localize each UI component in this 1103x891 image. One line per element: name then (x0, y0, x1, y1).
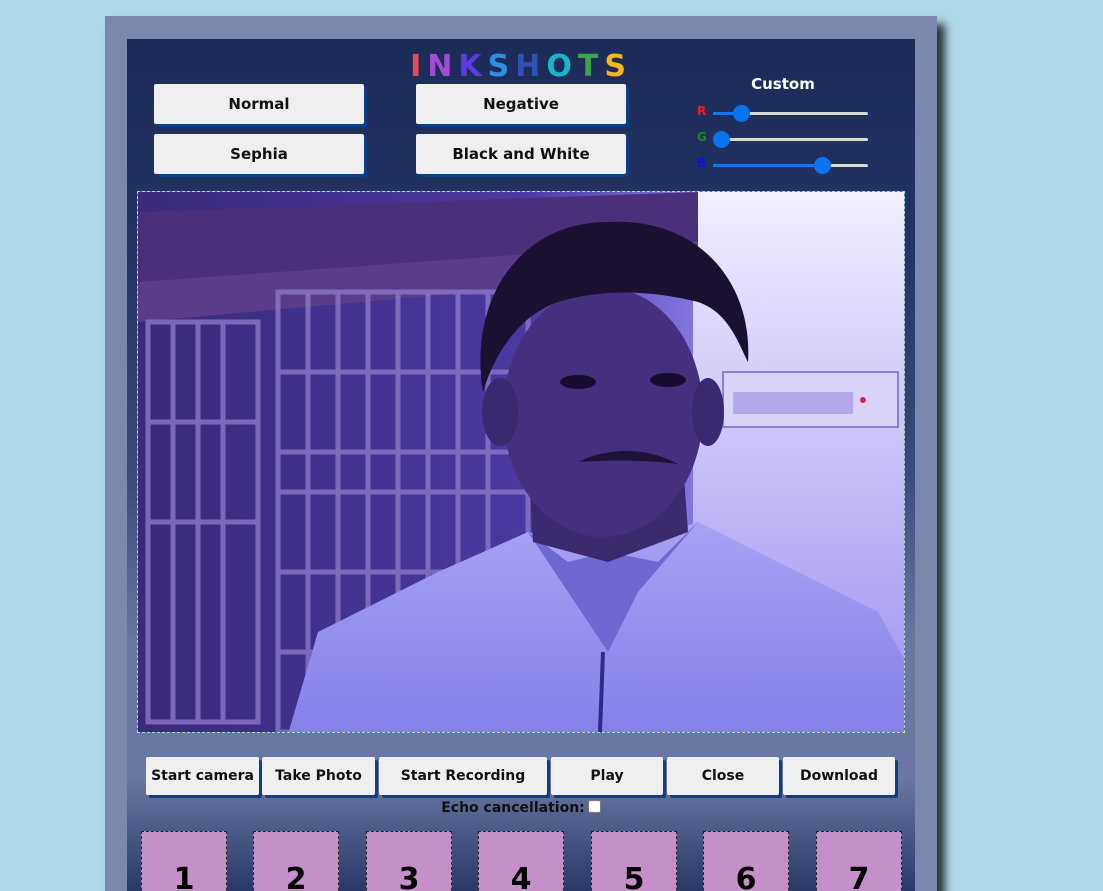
blue-slider-fill (713, 164, 822, 167)
logo-letter: K (458, 49, 488, 84)
echo-cancellation-checkbox[interactable] (587, 800, 601, 813)
photo-slot-3[interactable]: 3 (366, 831, 452, 891)
photo-slot-5[interactable]: 5 (591, 831, 677, 891)
camera-video (137, 191, 905, 733)
start-camera-button[interactable]: Start camera (146, 757, 259, 795)
red-label: R (697, 104, 707, 118)
red-slider[interactable] (713, 105, 868, 122)
green-slider[interactable] (712, 131, 868, 148)
photo-slot-number: 2 (285, 862, 307, 891)
download-button[interactable]: Download (783, 757, 895, 795)
photo-slot-4[interactable]: 4 (478, 831, 564, 891)
photo-slot-number: 6 (735, 862, 757, 891)
photo-slot-1[interactable]: 1 (141, 831, 227, 891)
logo-letter: H (515, 49, 547, 84)
echo-cancellation-row: Echo cancellation: (127, 800, 915, 816)
photo-slot-number: 3 (398, 862, 420, 891)
photo-slot-2[interactable]: 2 (253, 831, 339, 891)
logo-letter: N (427, 49, 459, 84)
green-slider-thumb[interactable] (712, 131, 730, 148)
negative-filter-button[interactable]: Negative (416, 84, 626, 124)
app-panel: INKSHOTS Normal Negative Sephia Black an… (127, 39, 915, 891)
blue-slider-thumb[interactable] (813, 157, 831, 174)
logo-letter: I (410, 49, 428, 84)
blue-slider-row: B (697, 156, 872, 174)
blue-slider[interactable] (713, 157, 868, 174)
start-recording-button[interactable]: Start Recording (379, 757, 547, 795)
take-photo-button[interactable]: Take Photo (262, 757, 375, 795)
logo-letter: S (487, 49, 516, 84)
normal-filter-button[interactable]: Normal (154, 84, 364, 124)
photo-slot-number: 5 (623, 862, 645, 891)
camera-feed-image (138, 192, 904, 732)
photo-slot-number: 7 (848, 862, 870, 891)
logo-letter: S (604, 49, 632, 84)
echo-cancellation-label: Echo cancellation: (441, 800, 585, 816)
red-slider-thumb[interactable] (732, 105, 750, 122)
app-frame: INKSHOTS Normal Negative Sephia Black an… (105, 16, 937, 891)
green-slider-row: G (697, 130, 872, 148)
custom-filter-title: Custom (751, 75, 815, 93)
logo-letter: T (577, 49, 605, 84)
logo-letter: O (546, 49, 578, 84)
photo-slot-6[interactable]: 6 (703, 831, 789, 891)
sephia-filter-button[interactable]: Sephia (154, 134, 364, 174)
red-slider-row: R (697, 104, 872, 122)
photo-slot-number: 4 (510, 862, 532, 891)
green-label: G (697, 130, 707, 144)
play-button[interactable]: Play (551, 757, 663, 795)
blue-label: B (697, 156, 707, 170)
photo-slot-7[interactable]: 7 (816, 831, 902, 891)
black-and-white-filter-button[interactable]: Black and White (416, 134, 626, 174)
close-button[interactable]: Close (667, 757, 779, 795)
photo-slot-number: 1 (173, 862, 195, 891)
